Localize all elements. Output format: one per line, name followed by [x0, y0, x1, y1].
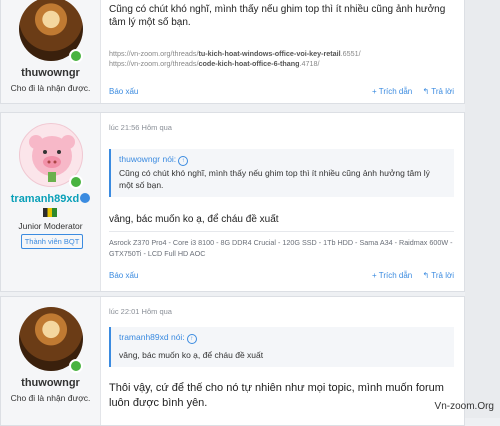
online-status-icon	[69, 49, 83, 63]
report-link[interactable]: Báo xấu	[109, 87, 138, 96]
post-3-user-panel: thuwowngr Cho đi là nhận được.	[1, 297, 101, 425]
post-actions: + Trích dẫn ↰ Trả lời	[364, 87, 454, 96]
online-status-icon	[69, 175, 83, 189]
post-message: Cũng có chút khó nghĩ, mình thấy nếu ghi…	[109, 4, 446, 28]
signature-divider	[109, 231, 454, 232]
user-title: Cho đi là nhận được.	[10, 393, 91, 403]
post-2: tramanh89xd Junior Moderator Thành viên …	[0, 112, 465, 292]
post-message: Thôi vậy, cứ để thế cho nó tự nhiên như …	[109, 382, 444, 409]
user-title: Cho đi là nhận được.	[10, 83, 91, 93]
go-to-quote-icon[interactable]: ↑	[186, 334, 197, 344]
username[interactable]: thuwowngr	[1, 377, 100, 389]
post-2-user-panel: tramanh89xd Junior Moderator Thành viên …	[1, 113, 101, 291]
user-title: Junior Moderator	[18, 221, 83, 231]
quote-block: thuwowngr nói: ↑ Cũng có chút khó nghĩ, m…	[109, 149, 454, 197]
watermark: Vn-zoom.Org	[434, 401, 494, 412]
go-to-quote-icon[interactable]: ↑	[178, 156, 189, 166]
quote-text: vâng, bác muốn ko ạ, để cháu đề xuất	[119, 350, 264, 360]
verified-icon	[80, 193, 91, 203]
post-message: vâng, bác muốn ko ạ, để cháu đề xuất	[109, 214, 279, 225]
username[interactable]: thuwowngr	[1, 67, 100, 79]
signature: Asrock Z370 Pro4 - Core i3 8100 - 8G DDR…	[109, 238, 453, 258]
rank-badge: Thành viên BQT	[21, 234, 83, 249]
post-actions: + Trích dẫn ↰ Trả lời	[364, 271, 454, 280]
post-1: thuwowngr Cho đi là nhận được. Cũng có c…	[0, 0, 465, 104]
quote-button[interactable]: + Trích dẫn	[372, 271, 412, 280]
post-date[interactable]: lúc 21:56 Hôm qua	[109, 123, 172, 132]
online-status-icon	[69, 359, 83, 373]
quote-author[interactable]: thuwowngr nói: ↑	[119, 154, 189, 166]
link-2[interactable]: https://vn-zoom.org/threads/code-kich-ho…	[109, 59, 454, 69]
quote-block: tramanh89xd nói: ↑ vâng, bác muốn ko ạ, đ…	[109, 327, 454, 367]
username[interactable]: tramanh89xd	[1, 193, 100, 205]
quote-author[interactable]: tramanh89xd nói: ↑	[119, 332, 197, 344]
reply-button[interactable]: ↰ Trả lời	[422, 271, 454, 280]
reply-button[interactable]: ↰ Trả lời	[422, 87, 454, 96]
quote-button[interactable]: + Trích dẫn	[372, 87, 412, 96]
post-1-user-panel: thuwowngr Cho đi là nhận được.	[1, 0, 101, 103]
report-link[interactable]: Báo xấu	[109, 271, 138, 280]
link-1[interactable]: https://vn-zoom.org/threads/tu-kich-hoat…	[109, 49, 454, 59]
quote-text: Cũng có chút khó nghĩ, mình thấy nếu ghi…	[119, 168, 430, 190]
page-side-strip	[465, 0, 500, 418]
post-date[interactable]: lúc 22:01 Hôm qua	[109, 307, 172, 316]
post-links: https://vn-zoom.org/threads/tu-kich-hoat…	[109, 49, 454, 69]
user-flag-icon	[43, 208, 57, 217]
post-3: thuwowngr Cho đi là nhận được. lúc 22:01…	[0, 296, 465, 426]
